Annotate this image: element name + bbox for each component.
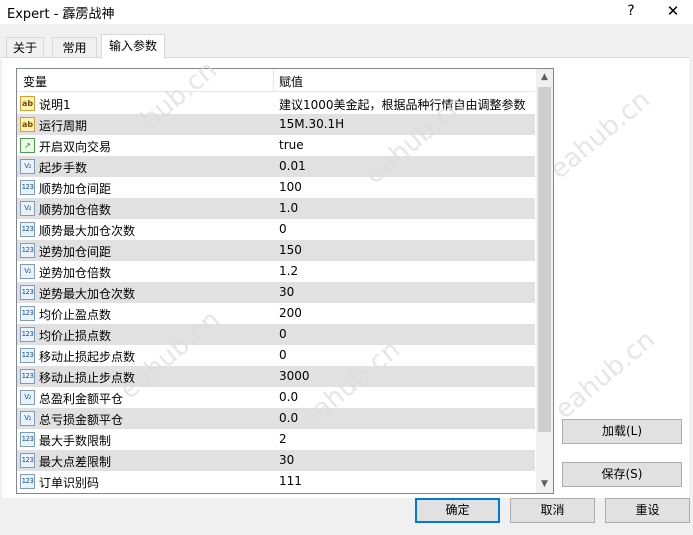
variable-name: 逆势最大加仓次数 (39, 287, 136, 301)
variable-value[interactable]: 1.0 (279, 201, 298, 215)
integer-icon: 123 (20, 474, 35, 489)
table-row[interactable]: V₂ 总亏损金额平仓 0.0 (17, 408, 535, 429)
variable-name: 顺势最大加仓次数 (39, 224, 136, 238)
integer-icon: 123 (20, 222, 35, 237)
vertical-scrollbar[interactable]: ▲ ▼ (536, 69, 553, 493)
table-row[interactable]: V₂ 总盈利金额平仓 0.0 (17, 387, 535, 408)
double-icon: V₂ (20, 390, 35, 405)
header-variable[interactable]: 变量 (23, 73, 47, 90)
tab-common[interactable]: 常用 (52, 37, 97, 58)
table-row[interactable]: 123 均价止损点数 0 (17, 324, 535, 345)
table-row[interactable]: 123 均价止盈点数 200 (17, 303, 535, 324)
boolean-icon: ↗ (20, 138, 35, 153)
variable-value[interactable]: 100 (279, 180, 302, 194)
table-row[interactable]: ab 说明1 建议1000美金起，根据品种行情自由调整参数 (17, 93, 535, 114)
table-row[interactable]: V₂ 逆势加仓倍数 1.2 (17, 261, 535, 282)
variable-name: 均价止损点数 (39, 329, 112, 343)
variable-name: 逆势加仓间距 (39, 245, 112, 259)
double-icon: V₂ (20, 159, 35, 174)
tab-about[interactable]: 关于 (6, 37, 44, 58)
table-row[interactable]: V₂ 起步手数 0.01 (17, 156, 535, 177)
ok-button[interactable]: 确定 (415, 498, 500, 523)
variable-name: 起步手数 (39, 161, 88, 175)
variable-value[interactable]: 3000 (279, 369, 310, 383)
header-divider[interactable] (273, 69, 274, 91)
tab-bar: 关于 常用 输入参数 (0, 34, 693, 59)
integer-icon: 123 (20, 285, 35, 300)
variable-name: 均价止盈点数 (39, 308, 112, 322)
integer-icon: 123 (20, 432, 35, 447)
load-button[interactable]: 加载(L) (562, 419, 682, 444)
help-button[interactable]: ? (620, 1, 642, 21)
variable-value[interactable]: 0 (279, 348, 287, 362)
variable-name: 运行周期 (39, 119, 88, 133)
variable-name: 移动止损止步点数 (39, 371, 136, 385)
integer-icon: 123 (20, 453, 35, 468)
variable-value[interactable]: 0 (279, 222, 287, 236)
variable-value[interactable]: 0.01 (279, 159, 306, 173)
double-icon: V₂ (20, 411, 35, 426)
variable-value[interactable]: 30 (279, 453, 294, 467)
variable-name: 移动止损起步点数 (39, 350, 136, 364)
variable-name: 顺势加仓倍数 (39, 203, 112, 217)
table-row[interactable]: 123 最大点差限制 30 (17, 450, 535, 471)
double-icon: V₂ (20, 264, 35, 279)
reset-button[interactable]: 重设 (605, 498, 690, 523)
grid-header: 变量 赋值 (17, 69, 535, 92)
variable-value[interactable]: 30 (279, 285, 294, 299)
cancel-button[interactable]: 取消 (510, 498, 595, 523)
variable-value[interactable]: 0.0 (279, 390, 298, 404)
table-row[interactable]: ab 运行周期 15M.30.1H (17, 114, 535, 135)
table-row[interactable]: V₂ 顺势加仓倍数 1.0 (17, 198, 535, 219)
close-button[interactable]: ✕ (660, 1, 686, 21)
variable-value[interactable]: 1.2 (279, 264, 298, 278)
title-bar: Expert - 霹雳战神 ? ✕ (0, 0, 693, 24)
variable-name: 总盈利金额平仓 (39, 392, 124, 406)
table-row[interactable]: 123 顺势最大加仓次数 0 (17, 219, 535, 240)
table-row[interactable]: 123 逆势加仓间距 150 (17, 240, 535, 261)
window-title: Expert - 霹雳战神 (7, 7, 115, 22)
tab-inputs[interactable]: 输入参数 (101, 34, 165, 59)
variable-name: 总亏损金额平仓 (39, 413, 124, 427)
variable-value[interactable]: 200 (279, 306, 302, 320)
string-icon: ab (20, 117, 35, 132)
header-value[interactable]: 赋值 (279, 73, 303, 90)
inputs-grid[interactable]: 变量 赋值 ab 说明1 建议1000美金起，根据品种行情自由调整参数 ab 运行周期 1… (16, 68, 554, 494)
variable-name: 顺势加仓间距 (39, 182, 112, 196)
table-row[interactable]: 123 移动止损起步点数 0 (17, 345, 535, 366)
integer-icon: 123 (20, 306, 35, 321)
table-row[interactable]: ↗ 开启双向交易 true (17, 135, 535, 156)
variable-name: 订单识别码 (39, 476, 100, 490)
scroll-up-icon[interactable]: ▲ (536, 69, 553, 86)
scroll-thumb[interactable] (538, 87, 551, 432)
variable-name: 逆势加仓倍数 (39, 266, 112, 280)
integer-icon: 123 (20, 180, 35, 195)
double-icon: V₂ (20, 201, 35, 216)
integer-icon: 123 (20, 369, 35, 384)
string-icon: ab (20, 96, 35, 111)
grid-rows: ab 说明1 建议1000美金起，根据品种行情自由调整参数 ab 运行周期 15M.30.… (17, 93, 535, 492)
table-row[interactable]: 123 逆势最大加仓次数 30 (17, 282, 535, 303)
variable-value[interactable]: 15M.30.1H (279, 117, 344, 131)
save-button[interactable]: 保存(S) (562, 462, 682, 487)
variable-value[interactable]: 建议1000美金起，根据品种行情自由调整参数 (279, 96, 526, 113)
integer-icon: 123 (20, 348, 35, 363)
variable-value[interactable]: 2 (279, 432, 287, 446)
variable-name: 说明1 (39, 98, 71, 112)
scroll-down-icon[interactable]: ▼ (536, 476, 553, 493)
table-row[interactable]: 123 最大手数限制 2 (17, 429, 535, 450)
variable-value[interactable]: true (279, 138, 304, 152)
table-row[interactable]: 123 订单识别码 111 (17, 471, 535, 492)
integer-icon: 123 (20, 243, 35, 258)
variable-value[interactable]: 150 (279, 243, 302, 257)
variable-value[interactable]: 0 (279, 327, 287, 341)
variable-name: 最大点差限制 (39, 455, 112, 469)
variable-name: 最大手数限制 (39, 434, 112, 448)
variable-value[interactable]: 0.0 (279, 411, 298, 425)
variable-value[interactable]: 111 (279, 474, 302, 488)
table-row[interactable]: 123 顺势加仓间距 100 (17, 177, 535, 198)
integer-icon: 123 (20, 327, 35, 342)
table-row[interactable]: 123 移动止损止步点数 3000 (17, 366, 535, 387)
variable-name: 开启双向交易 (39, 140, 112, 154)
